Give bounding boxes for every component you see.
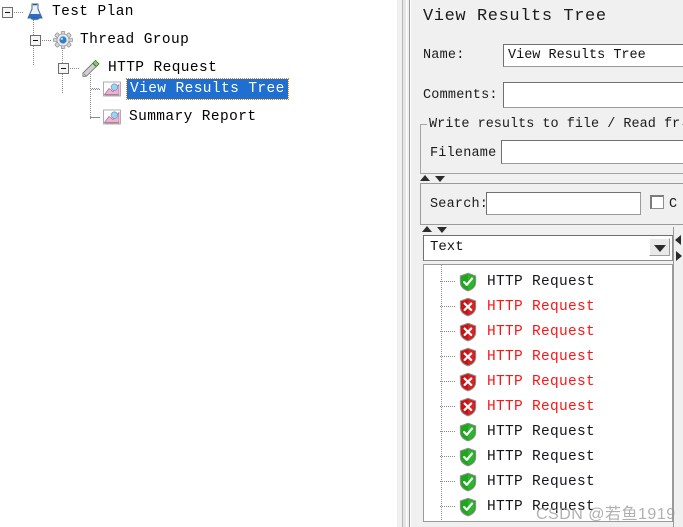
write-results-groupbox-title: Write results to file / Read fr [427,117,683,132]
result-row-label: HTTP Request [487,398,596,415]
name-input[interactable]: View Results Tree [503,44,683,67]
tree-connector-stub [91,88,100,90]
result-row[interactable]: HTTP Request [424,294,595,319]
scroll-right-icon[interactable] [676,251,682,261]
tree-node-http-request[interactable]: HTTP Request [58,57,219,79]
failure-shield-icon [458,347,478,367]
success-shield-icon [458,422,478,442]
result-row[interactable]: HTTP Request [424,319,595,344]
results-connector-stub [440,331,456,332]
tree-node-thread-group[interactable]: Thread Group [30,29,191,51]
tree-connector-stub [14,11,23,13]
renderer-combobox[interactable]: Text [423,235,673,261]
page-title: View Results Tree [423,7,607,26]
success-shield-icon [458,272,478,292]
renderer-combobox-value: Text [430,239,464,255]
result-row-label: HTTP Request [487,348,596,365]
success-shield-icon [458,447,478,467]
filename-input[interactable] [501,140,683,164]
search-splitter-bar[interactable] [411,174,683,183]
expander-toggle-test-plan[interactable] [2,6,13,18]
tree-connector-stub [91,116,100,118]
tree-connector-stub [42,39,51,41]
expander-toggle-thread-group[interactable] [30,34,41,46]
result-row-label: HTTP Request [487,373,596,390]
result-row-label: HTTP Request [487,298,596,315]
result-row-label: HTTP Request [487,323,596,340]
results-connector-stub [440,356,456,357]
results-tree-list[interactable]: HTTP Request HTTP Request HTTP Request H… [423,264,673,522]
splitter-grip[interactable] [402,0,407,527]
scroll-left-icon[interactable] [675,235,681,245]
filename-label: Filename [430,146,497,161]
summary-report-icon [101,107,123,127]
failure-shield-icon [458,397,478,417]
results-connector-stub [440,406,456,407]
tree-node-view-results-tree[interactable]: View Results Tree [90,78,289,100]
splitter-collapse-down-icon[interactable] [435,176,445,182]
results-connector-stub [440,506,456,507]
tree-node-label: Test Plan [52,4,134,20]
view-results-tree-panel: View Results Tree Name: View Results Tre… [411,0,683,527]
comments-input[interactable] [503,82,683,108]
http-request-icon [80,58,102,78]
tree-connector-stub [70,67,79,69]
test-plan-icon [24,2,46,22]
result-row[interactable]: HTTP Request [424,394,595,419]
result-row[interactable]: HTTP Request [424,369,595,394]
results-connector-stub [440,306,456,307]
success-shield-icon [458,497,478,517]
result-row[interactable]: HTTP Request [424,419,595,444]
horizontal-scroll-strip[interactable] [673,227,683,527]
search-label: Search: [430,197,489,212]
result-row-label: HTTP Request [487,448,596,465]
test-plan-tree-panel[interactable]: Test Plan Thread Group HTTP Request View… [0,0,396,527]
name-label: Name: [423,48,465,63]
failure-shield-icon [458,322,478,342]
splitter-collapse-up-icon[interactable] [422,226,432,232]
results-connector-stub [440,456,456,457]
tree-node-label: Summary Report [129,109,257,125]
results-splitter-bar[interactable] [411,225,683,234]
splitter-collapse-down-icon[interactable] [437,227,447,233]
search-input[interactable] [486,192,641,215]
panel-splitter[interactable] [396,0,410,527]
case-sensitive-label: C [669,197,678,212]
result-row-label: HTTP Request [487,423,596,440]
result-row[interactable]: HTTP Request [424,469,595,494]
result-row-label: HTTP Request [487,498,596,515]
splitter-collapse-up-icon[interactable] [420,175,430,181]
case-sensitive-checkbox[interactable] [650,195,664,209]
expander-toggle-http-request[interactable] [58,62,69,74]
tree-node-label: View Results Tree [126,78,289,100]
failure-shield-icon [458,372,478,392]
result-row[interactable]: HTTP Request [424,494,595,519]
tree-node-summary-report[interactable]: Summary Report [90,106,258,128]
comments-label: Comments: [423,88,498,103]
chevron-down-icon[interactable] [649,238,670,256]
view-results-tree-icon [101,79,123,99]
result-row[interactable]: HTTP Request [424,344,595,369]
jmeter-window: Test Plan Thread Group HTTP Request View… [0,0,683,527]
result-row[interactable]: HTTP Request [424,269,595,294]
thread-group-icon [52,30,74,50]
result-row-label: HTTP Request [487,473,596,490]
tree-node-label: Thread Group [80,32,190,48]
success-shield-icon [458,472,478,492]
result-row-label: HTTP Request [487,273,596,290]
tree-node-test-plan[interactable]: Test Plan [2,1,136,23]
result-row[interactable]: HTTP Request [424,444,595,469]
tree-node-label: HTTP Request [108,60,218,76]
failure-shield-icon [458,297,478,317]
results-connector-stub [440,281,456,282]
results-connector-stub [440,481,456,482]
results-connector-stub [440,431,456,432]
results-connector-stub [440,381,456,382]
